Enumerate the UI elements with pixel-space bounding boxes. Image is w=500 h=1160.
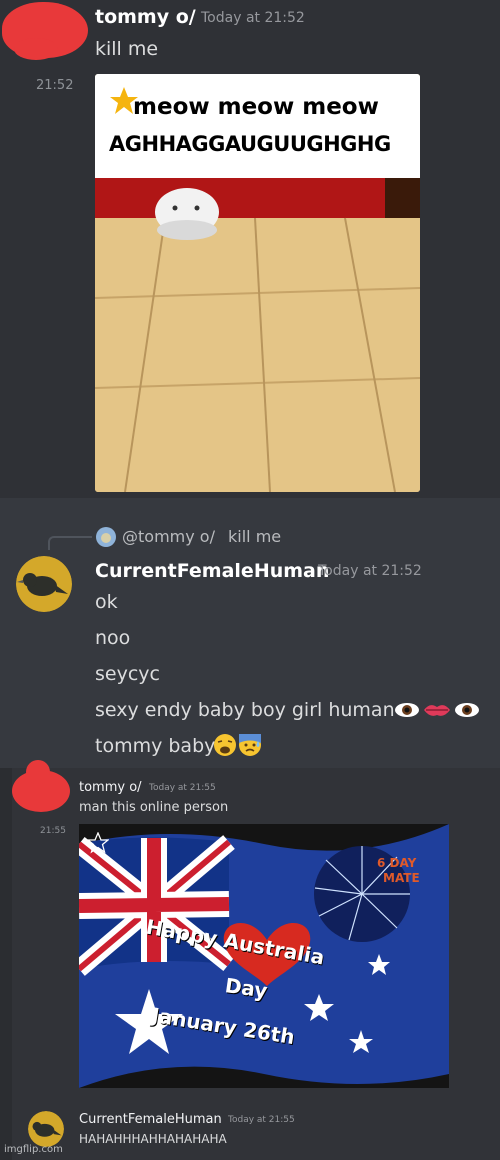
avatar-redacted-tail: [14, 38, 58, 60]
gif-caption-line2: AGHHAGGAUGUUGHGHG: [109, 132, 391, 156]
side-timestamp: 21:52: [36, 78, 74, 93]
message-text: HAHAHHHAHHAHAHAHA: [79, 1132, 227, 1146]
gif-caption-box: meow meow meow AGHHAGGAUGUUGHGHG: [95, 74, 420, 178]
bird-icon: [16, 556, 72, 612]
message-text: kill me: [95, 38, 159, 60]
lower-left-strip: [0, 768, 12, 1160]
meow-gif[interactable]: meow meow meow AGHHAGGAUGUUGHGHG: [95, 74, 420, 492]
reply-connector: [48, 536, 92, 550]
weary-face-icon: [214, 734, 236, 756]
message-line-5: tommy baby: [95, 735, 216, 757]
gif-badge-line2: MATE: [383, 871, 420, 885]
eye-icon: [455, 703, 479, 717]
reply-author[interactable]: @tommy o/: [122, 527, 215, 546]
eye-icon: [395, 703, 419, 717]
message-line-1: ok: [95, 591, 118, 613]
avatar-bird[interactable]: [16, 556, 72, 612]
watermark: imgflip.com: [4, 1144, 63, 1155]
gif-scene: [95, 178, 420, 492]
username[interactable]: tommy o/: [95, 6, 196, 28]
side-timestamp: 21:55: [40, 826, 66, 836]
username[interactable]: tommy o/: [79, 780, 142, 795]
avatar-redacted-tail: [26, 760, 50, 784]
star-outline-icon: [87, 832, 109, 854]
username[interactable]: CurrentFemaleHuman: [79, 1112, 222, 1127]
avatar-bird[interactable]: [28, 1111, 64, 1147]
reply-avatar-icon: [96, 527, 116, 547]
lips-icon: [424, 705, 450, 716]
message-line-3: seycyc: [95, 663, 160, 685]
bird-icon: [28, 1111, 64, 1147]
gif-caption-line1: meow meow meow: [133, 94, 379, 120]
message-line-2: noo: [95, 627, 131, 649]
australia-day-gif[interactable]: 6 DAY MATE Happy Australia Day January 2…: [79, 824, 449, 1088]
timestamp: Today at 21:52: [318, 563, 422, 579]
timestamp: Today at 21:55: [228, 1115, 295, 1125]
username[interactable]: CurrentFemaleHuman: [95, 560, 329, 582]
reply-text[interactable]: kill me: [228, 527, 281, 546]
timestamp: Today at 21:55: [149, 783, 216, 793]
message-text: man this online person: [79, 800, 229, 815]
gif-badge-line1: 6 DAY: [377, 856, 417, 870]
timestamp: Today at 21:52: [201, 10, 305, 26]
anxious-sweat-face-icon: [239, 734, 261, 756]
message-line-4: sexy endy baby boy girl human: [95, 699, 395, 721]
